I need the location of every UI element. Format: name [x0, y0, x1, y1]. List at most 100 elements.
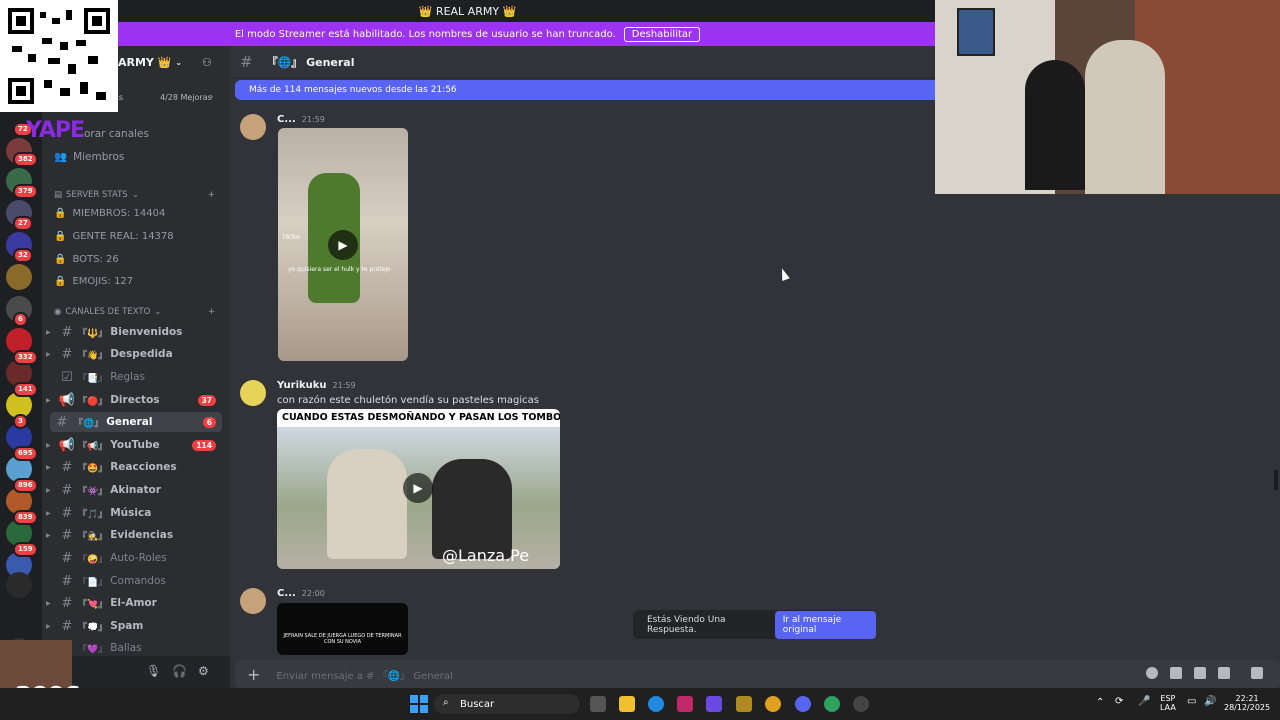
apps-icon[interactable]: [1251, 667, 1263, 679]
category-server-stats[interactable]: ▤ SERVER STATS ⌄ +: [54, 190, 215, 200]
clock[interactable]: 22:21 28/12/2025: [1224, 694, 1270, 712]
plus-icon[interactable]: +: [247, 665, 260, 684]
caret-icon: ▶: [46, 531, 51, 539]
channel-directos[interactable]: ▶ 📢 『🔴』 Directos 37: [42, 390, 222, 410]
channel-reglas[interactable]: ☑ 『📑』 Reglas: [42, 367, 222, 387]
chevron-up-icon[interactable]: ⌃: [1096, 697, 1104, 708]
new-messages-bar[interactable]: Más de 114 mensajes nuevos desde las 21:…: [235, 80, 935, 100]
obs-icon[interactable]: [853, 696, 869, 712]
sync-icon[interactable]: ⟳: [1115, 696, 1123, 707]
server-icon[interactable]: [6, 572, 32, 598]
taskbar: [0, 688, 1280, 720]
headphones-icon[interactable]: 🎧: [172, 664, 187, 678]
disable-streamer-button[interactable]: Deshabilitar: [623, 26, 701, 42]
channel-emoji: 『💭』: [78, 622, 108, 633]
copilot-icon[interactable]: [706, 696, 722, 712]
avatar[interactable]: [240, 588, 266, 614]
play-icon[interactable]: ▶: [403, 473, 433, 503]
channel-el-amor[interactable]: ▶ # 『💘』 El-Amor: [42, 593, 222, 613]
stat-channel[interactable]: 🔒 GENTE REAL: 14378: [54, 231, 174, 242]
game-icon[interactable]: [736, 696, 752, 712]
file-explorer-icon[interactable]: [619, 696, 635, 712]
stat-channel[interactable]: 🔒 EMOJIS: 127: [54, 276, 133, 287]
channel-reacciones[interactable]: ▶ # 『🤩』 Reacciones: [42, 457, 222, 477]
hash-icon: #: [61, 595, 73, 611]
volume-icon[interactable]: 🔊: [1204, 696, 1216, 707]
channel-label: General: [106, 416, 153, 428]
invite-icon[interactable]: ⚇: [202, 56, 212, 69]
author-name[interactable]: Yurikuku: [277, 380, 327, 391]
hash-icon: #: [61, 573, 73, 589]
author-name[interactable]: C...: [277, 114, 296, 125]
channel-emoji: 『📑』: [78, 373, 108, 384]
stat-channel[interactable]: 🔒 MIEMBROS: 14404: [54, 208, 165, 219]
channel-despedida[interactable]: ▶ # 『👋』 Despedida: [42, 344, 222, 364]
avatar[interactable]: [240, 380, 266, 406]
caret-icon: ▶: [46, 599, 51, 607]
channel-comandos[interactable]: # 『📄』 Comandos: [42, 571, 222, 591]
stat-label: MIEMBROS: 14404: [72, 208, 166, 219]
chrome-icon[interactable]: [824, 696, 840, 712]
taskbar-search[interactable]: ⌕ Buscar: [434, 694, 580, 714]
microphone-icon[interactable]: 🎙: [146, 664, 161, 678]
channel-label: Auto-Roles: [110, 552, 167, 564]
app-icon[interactable]: [677, 696, 693, 712]
edge-icon[interactable]: [648, 696, 664, 712]
sticker-icon[interactable]: [1194, 667, 1206, 679]
network-icon[interactable]: ▭: [1187, 696, 1196, 707]
server-icon[interactable]: [6, 264, 32, 290]
category-text-channels[interactable]: ◉ CANALES DE TEXTO ⌄ +: [54, 307, 215, 317]
yape-logo: YAPE: [26, 118, 85, 143]
message-input[interactable]: Enviar mensaje a # 『🌐』 General: [276, 667, 452, 682]
video-thumbnail: [432, 459, 512, 559]
message-text: con razón este chuletón vendía su pastel…: [277, 395, 540, 406]
task-view-icon[interactable]: [590, 696, 606, 712]
image-icon[interactable]: [1218, 667, 1230, 679]
timestamp: 22:00: [301, 589, 325, 598]
video-attachment[interactable]: TikTok yo quisiera ser el hulk y te prot…: [278, 128, 408, 361]
hash-icon: #: [61, 324, 73, 340]
windows-start-icon[interactable]: [410, 695, 428, 713]
members-icon: 👥: [54, 151, 68, 163]
language-indicator[interactable]: ESP LAA: [1160, 694, 1176, 712]
avatar[interactable]: [240, 114, 266, 140]
channel-auto-roles[interactable]: # 『🤪』 Auto-Roles: [42, 548, 222, 568]
gear-icon[interactable]: ⚙: [198, 664, 209, 678]
gif-icon[interactable]: [1170, 667, 1182, 679]
channel-general[interactable]: # 『🌐』 General 6: [50, 412, 222, 432]
channel-akinator[interactable]: ▶ # 『👾』 Akinator: [42, 480, 222, 500]
channel-musica[interactable]: ▶ # 『🎵』 Música: [42, 503, 222, 523]
chevron-down-icon: ⌄: [175, 57, 183, 67]
hash-icon: #: [61, 346, 73, 362]
plus-icon[interactable]: +: [208, 190, 215, 200]
scrollbar[interactable]: [1274, 470, 1278, 490]
video-attachment[interactable]: CUANDO ESTAS DESMOÑANDO Y PASAN LOS TOMB…: [277, 409, 560, 569]
stat-channel[interactable]: 🔒 BOTS: 26: [54, 254, 119, 265]
chevron-down-icon: ⌄: [131, 190, 139, 200]
channel-evidencias[interactable]: ▶ # 『🕵』 Evidencias: [42, 525, 222, 545]
author-name[interactable]: C...: [277, 588, 296, 599]
channel-label: Akinator: [110, 484, 161, 496]
microphone-icon[interactable]: 🎤: [1138, 696, 1150, 707]
message-composer[interactable]: + Enviar mensaje a # 『🌐』 General: [235, 660, 1280, 688]
emoji-icon[interactable]: [1146, 667, 1158, 679]
video-attachment[interactable]: JEFRAIN SALE DE JUERGA LUEGO DE TERMINAR…: [277, 603, 408, 655]
browse-channels[interactable]: orar canales: [84, 128, 149, 140]
channel-bienvenidos[interactable]: ▶ # 『🔱』 Bienvenidos: [42, 322, 222, 342]
chrome-icon[interactable]: [765, 696, 781, 712]
channel-label: Spam: [110, 620, 144, 632]
unread-badge: 6: [13, 312, 28, 327]
jump-to-original-button[interactable]: Ir al mensaje original: [774, 610, 876, 639]
clock-date: 28/12/2025: [1224, 703, 1271, 712]
stats-icon: ▤: [54, 190, 63, 200]
caret-icon: ▶: [46, 509, 51, 517]
channel-label: Ballas: [110, 642, 142, 654]
channel-spam[interactable]: ▶ # 『💭』 Spam: [42, 616, 222, 636]
plus-icon[interactable]: +: [208, 307, 215, 317]
members-link[interactable]: 👥 Miembros: [54, 150, 124, 164]
category-label: CANALES DE TEXTO: [65, 307, 151, 317]
channel-youtube[interactable]: ▶ 📢 『📢』 YouTube 114: [42, 435, 222, 455]
play-icon[interactable]: ▶: [328, 230, 358, 260]
discord-icon[interactable]: [795, 696, 811, 712]
person-silhouette: [1085, 40, 1165, 194]
